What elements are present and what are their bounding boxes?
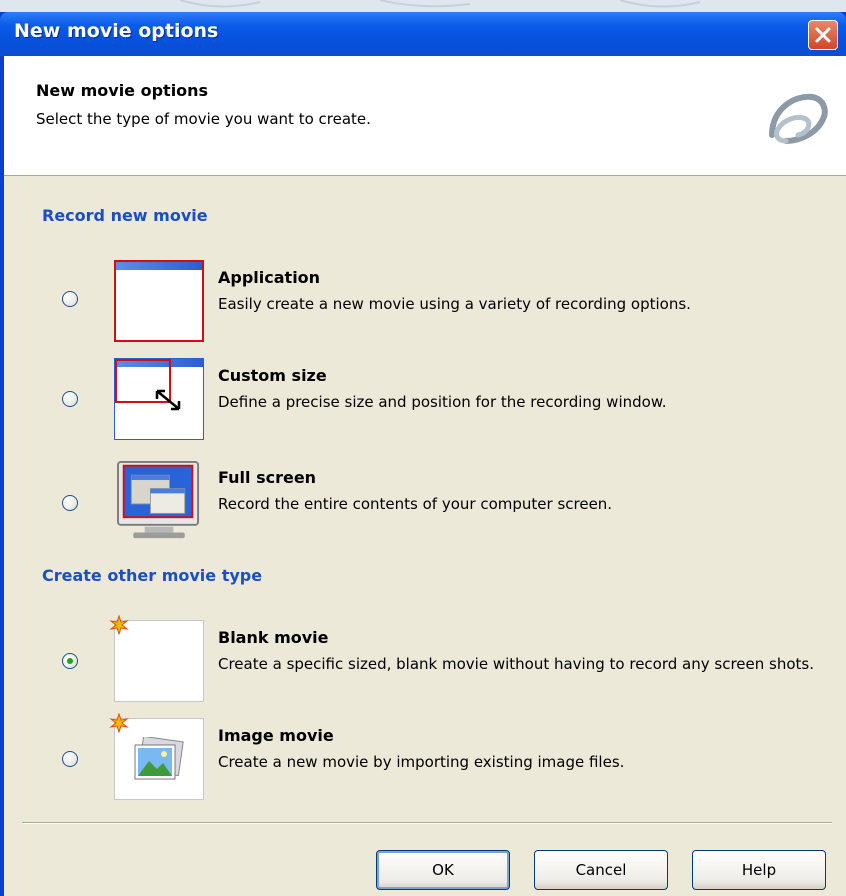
window-title: New movie options [14, 20, 219, 42]
help-button[interactable]: Help [692, 850, 826, 890]
option-blank-movie[interactable]: Blank movie Create a specific sized, bla… [4, 615, 846, 710]
cancel-button[interactable]: Cancel [534, 850, 668, 890]
header-subtitle: Select the type of movie you want to cre… [36, 110, 371, 128]
option-full-screen-title: Full screen [218, 468, 317, 487]
new-movie-options-dialog: New movie options New movie options Sele… [0, 12, 846, 896]
dialog-body: New movie options Select the type of mov… [4, 56, 846, 896]
option-application-desc: Easily create a new movie using a variet… [218, 295, 691, 313]
option-custom-size-desc: Define a precise size and position for t… [218, 393, 667, 411]
footer-divider [22, 822, 832, 824]
option-blank-movie-desc: Create a specific sized, blank movie wit… [218, 655, 814, 673]
dialog-header: New movie options Select the type of mov… [4, 56, 846, 176]
radio-application[interactable] [62, 291, 78, 307]
section-record-new-movie: Record new movie [42, 206, 208, 225]
app-logo-icon [769, 93, 828, 144]
option-image-movie-title: Image movie [218, 726, 334, 745]
application-window-icon [114, 260, 204, 342]
radio-custom-size[interactable] [62, 391, 78, 407]
section-create-other-movie-type: Create other movie type [42, 566, 263, 585]
blank-page-icon [109, 615, 204, 702]
new-star-icon [109, 713, 129, 733]
image-icon [109, 713, 204, 800]
radio-full-screen[interactable] [62, 495, 78, 511]
radio-image-movie[interactable] [62, 751, 78, 767]
option-full-screen-desc: Record the entire contents of your compu… [218, 495, 613, 513]
option-application-title: Application [218, 268, 321, 287]
custom-size-icon [114, 358, 204, 440]
close-button[interactable] [808, 20, 838, 50]
title-bar[interactable]: New movie options [0, 12, 846, 56]
ok-button[interactable]: OK [376, 850, 510, 890]
option-custom-size[interactable]: Custom size Define a precise size and po… [4, 358, 846, 448]
header-title: New movie options [36, 81, 209, 100]
monitor-icon [117, 460, 200, 539]
option-application[interactable]: Application Easily create a new movie us… [4, 260, 846, 350]
radio-blank-movie[interactable] [62, 653, 78, 669]
option-custom-size-title: Custom size [218, 366, 327, 385]
new-star-icon [109, 615, 129, 635]
option-image-movie-desc: Create a new movie by importing existing… [218, 753, 625, 771]
option-full-screen[interactable]: Full screen Record the entire contents o… [4, 460, 846, 550]
option-image-movie[interactable]: Image movie Create a new movie by import… [4, 713, 846, 808]
option-blank-movie-title: Blank movie [218, 628, 329, 647]
close-icon [815, 27, 831, 43]
